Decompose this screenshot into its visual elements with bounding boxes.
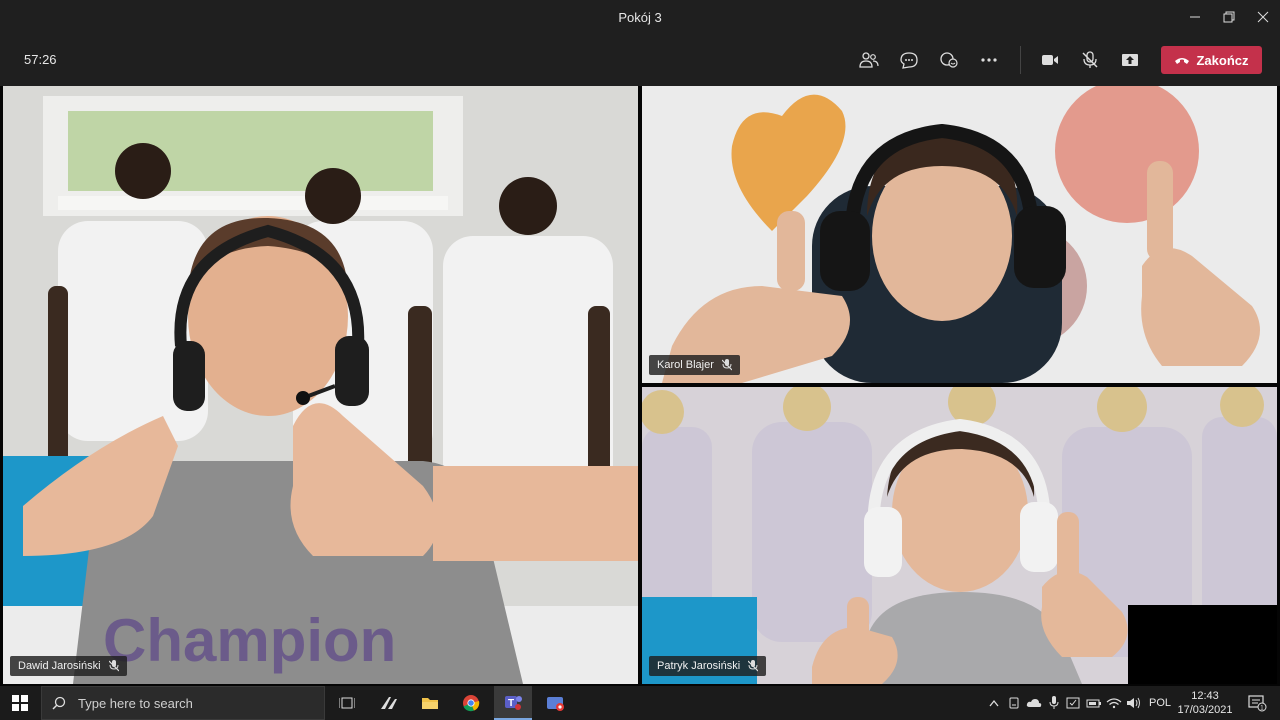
self-view-preview[interactable]: [1128, 605, 1277, 684]
camera-button[interactable]: [1035, 46, 1065, 74]
tray-volume-button[interactable]: [1125, 686, 1143, 720]
people-icon: [859, 52, 879, 68]
task-view-icon: [339, 697, 355, 709]
speaker-icon: [1127, 697, 1140, 709]
tray-battery-button[interactable]: [1085, 686, 1103, 720]
windows-taskbar: Type here to search T POL 12:43 17/03/20…: [0, 686, 1280, 720]
mic-off-icon: [721, 359, 732, 371]
tray-device-button[interactable]: [1006, 686, 1022, 720]
security-shield-icon: [1066, 697, 1080, 709]
share-screen-button[interactable]: [1115, 46, 1145, 74]
participant-name-badge: Karol Blajer: [649, 355, 740, 375]
reaction-hand-icon: [940, 52, 958, 68]
restore-icon: [1223, 11, 1235, 23]
taskbar-app-chrome[interactable]: [454, 686, 488, 720]
window-title: Pokój 3: [618, 10, 662, 25]
video-tile-patryk[interactable]: Patryk Jarosiński: [642, 387, 1277, 684]
leave-call-button[interactable]: Zakończ: [1161, 46, 1262, 74]
close-button[interactable]: [1246, 0, 1280, 34]
window-titlebar: Pokój 3: [0, 0, 1280, 34]
taskbar-search[interactable]: Type here to search: [41, 686, 325, 720]
leave-call-label: Zakończ: [1196, 52, 1249, 68]
mic-off-icon: [1082, 51, 1098, 68]
clock-time: 12:43: [1191, 690, 1219, 702]
participant-name: Dawid Jarosiński: [18, 660, 101, 672]
windows-logo-icon: [12, 695, 28, 711]
more-actions-button[interactable]: [974, 46, 1004, 74]
tray-security-button[interactable]: [1064, 686, 1082, 720]
more-icon: [981, 58, 997, 62]
video-camera-icon: [1042, 55, 1058, 65]
microphone-icon: [1049, 696, 1059, 709]
hang-up-icon: [1175, 58, 1190, 64]
video-stage: Champion Dawid Jarosiński Karol Blajer P…: [0, 86, 1280, 686]
battery-icon: [1086, 699, 1101, 708]
chat-icon: [900, 52, 918, 69]
taskbar-app-pen[interactable]: [372, 686, 406, 720]
taskbar-app-recorder[interactable]: [538, 686, 574, 720]
tray-wifi-button[interactable]: [1105, 686, 1123, 720]
taskbar-clock[interactable]: 12:43 17/03/2021: [1176, 689, 1234, 717]
tray-onedrive-button[interactable]: [1025, 686, 1043, 720]
device-icon: [1009, 697, 1019, 709]
clock-date: 17/03/2021: [1177, 704, 1233, 716]
chrome-icon: [463, 695, 480, 712]
folder-icon: [422, 698, 438, 709]
chat-button[interactable]: [894, 46, 924, 74]
video-feed-dawid: Champion: [3, 86, 638, 684]
start-button[interactable]: [0, 686, 40, 720]
video-tile-dawid[interactable]: Champion Dawid Jarosiński: [3, 86, 638, 684]
reactions-button[interactable]: [934, 46, 964, 74]
search-placeholder: Type here to search: [78, 695, 193, 711]
minimize-button[interactable]: [1178, 0, 1212, 34]
meeting-timer: 57:26: [24, 52, 57, 67]
svg-text:T: T: [508, 698, 514, 709]
taskbar-app-explorer[interactable]: [413, 686, 447, 720]
tray-language-button[interactable]: POL: [1146, 686, 1174, 720]
shirt-logo-text: Champion: [103, 607, 396, 674]
participant-name-badge: Dawid Jarosiński: [10, 656, 127, 676]
action-center-button[interactable]: 1: [1240, 686, 1274, 720]
minimize-icon: [1190, 16, 1200, 18]
microphone-button[interactable]: [1075, 46, 1105, 74]
maximize-button[interactable]: [1212, 0, 1246, 34]
participants-button[interactable]: [854, 46, 884, 74]
tray-microphone-button[interactable]: [1046, 686, 1062, 720]
screen-recorder-icon: [547, 697, 564, 711]
wifi-icon: [1106, 698, 1122, 709]
participant-name: Patryk Jarosiński: [657, 660, 741, 672]
meeting-toolbar: 57:26 Zakończ: [0, 34, 1280, 86]
tray-overflow-button[interactable]: [986, 686, 1002, 720]
toolbar-separator: [1020, 46, 1021, 74]
pen-workspace-icon: [381, 697, 397, 709]
chevron-up-icon: [989, 699, 999, 707]
close-icon: [1257, 11, 1269, 23]
notification-icon: 1: [1248, 695, 1267, 712]
task-view-button[interactable]: [330, 686, 364, 720]
teams-icon: T: [505, 696, 522, 710]
taskbar-app-teams[interactable]: T: [494, 686, 532, 720]
mic-off-icon: [748, 660, 759, 672]
share-tray-icon: [1122, 54, 1138, 66]
video-feed-karol: [642, 86, 1277, 383]
cloud-icon: [1026, 699, 1042, 707]
participant-name-badge: Patryk Jarosiński: [649, 656, 767, 676]
mic-off-icon: [108, 660, 119, 672]
video-tile-karol[interactable]: Karol Blajer: [642, 86, 1277, 383]
search-icon: [52, 696, 66, 710]
participant-name: Karol Blajer: [657, 359, 714, 371]
